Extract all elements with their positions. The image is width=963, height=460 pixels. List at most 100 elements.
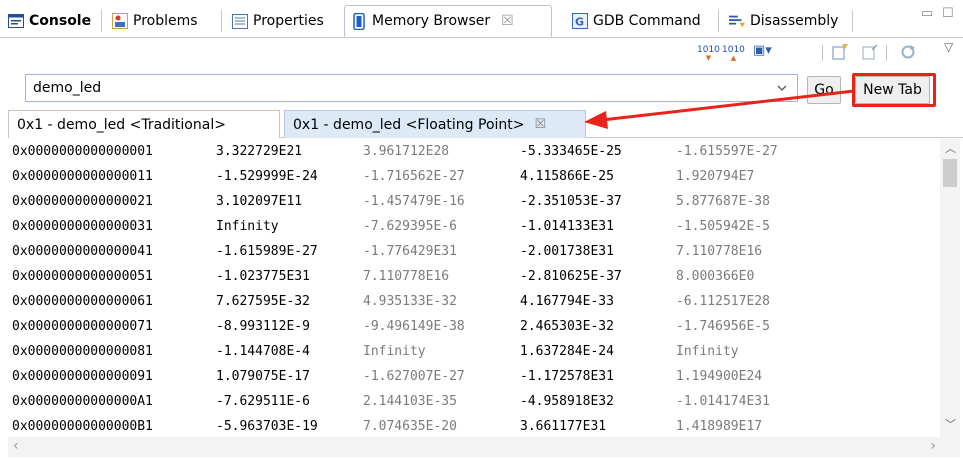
float-value-cell[interactable]: 1.079075E-17 xyxy=(216,364,310,389)
float-value-cell[interactable]: -6.112517E28 xyxy=(676,289,770,314)
scroll-left-icon[interactable]: ‹ xyxy=(13,438,19,454)
scroll-right-icon[interactable]: › xyxy=(930,438,936,454)
row-address: 0x0000000000000071 xyxy=(12,319,153,334)
view-menu-icon[interactable]: ▽ xyxy=(944,41,953,53)
tab-memory-browser[interactable]: Memory Browser ☒ xyxy=(344,5,552,37)
row-address: 0x0000000000000061 xyxy=(12,294,153,309)
float-value-cell[interactable]: -7.629395E-6 xyxy=(363,214,457,239)
float-value-cell[interactable]: -4.958918E32 xyxy=(520,389,614,414)
toggle-memory-monitor-icon[interactable]: 1010 ▼ xyxy=(697,46,720,62)
chevron-down-icon[interactable] xyxy=(776,82,790,96)
float-value-cell[interactable]: 3.661177E31 xyxy=(520,414,606,439)
tab-traditional-rendering[interactable]: 0x1 - demo_led <Traditional> xyxy=(8,110,280,138)
memory-row[interactable]: 0x0000000000000031 Infinity -7.629395E-6 -1… xyxy=(8,214,938,239)
horizontal-scrollbar[interactable]: ‹ › xyxy=(8,437,960,457)
float-value-cell[interactable]: 3.961712E28 xyxy=(363,139,449,164)
export-icon[interactable] xyxy=(862,44,878,63)
memory-row[interactable]: 0x0000000000000081 -1.144708E-4 Infinity 1.… xyxy=(8,339,938,364)
float-value-cell[interactable]: 2.465303E-32 xyxy=(520,314,614,339)
float-value-cell[interactable]: Infinity xyxy=(363,339,426,364)
float-value-cell[interactable]: -5.963703E-19 xyxy=(216,414,318,439)
sync-icon[interactable] xyxy=(900,44,916,63)
float-value-cell[interactable]: 2.144103E-35 xyxy=(363,389,457,414)
float-value-cell[interactable]: -7.629511E-6 xyxy=(216,389,310,414)
float-value-cell[interactable]: -2.810625E-37 xyxy=(520,264,622,289)
float-value-cell[interactable]: -1.505942E-5 xyxy=(676,214,770,239)
row-address: 0x0000000000000031 xyxy=(12,219,153,234)
float-value-cell[interactable]: -1.014174E31 xyxy=(676,389,770,414)
float-value-cell[interactable]: 3.322729E21 xyxy=(216,139,302,164)
tab-gdb-command[interactable]: G GDB Command xyxy=(566,6,707,36)
memory-row[interactable]: 0x0000000000000041 -1.615989E-27 -1.776429… xyxy=(8,239,938,264)
toggle-memory-rendering-icon[interactable]: 1010 ▲ xyxy=(722,46,745,62)
new-tab-button[interactable]: New Tab xyxy=(855,76,930,104)
float-value-cell[interactable]: 1.920794E7 xyxy=(676,164,754,189)
float-value-cell[interactable]: -1.144708E-4 xyxy=(216,339,310,364)
memory-row[interactable]: 0x00000000000000A1 -7.629511E-6 2.144103E-… xyxy=(8,389,938,414)
float-value-cell[interactable]: -2.001738E31 xyxy=(520,239,614,264)
layout-menu-icon[interactable]: ▣▾ xyxy=(753,44,772,57)
tab-floating-point-rendering[interactable]: 0x1 - demo_led <Floating Point> ☒ xyxy=(284,110,586,138)
float-value-cell[interactable]: -1.716562E-27 xyxy=(363,164,465,189)
close-icon[interactable]: ☒ xyxy=(535,117,547,132)
float-value-cell[interactable]: 8.000366E0 xyxy=(676,264,754,289)
go-button[interactable]: Go xyxy=(807,76,841,104)
float-value-cell[interactable]: 1.637284E-24 xyxy=(520,339,614,364)
float-value-cell[interactable]: 7.110778E16 xyxy=(676,239,762,264)
float-value-cell[interactable]: -1.776429E31 xyxy=(363,239,457,264)
float-value-cell[interactable]: -1.529999E-24 xyxy=(216,164,318,189)
memory-row[interactable]: 0x0000000000000001 3.322729E21 3.961712E28… xyxy=(8,139,938,164)
float-value-cell[interactable]: 4.167794E-33 xyxy=(520,289,614,314)
float-value-cell[interactable]: 4.935133E-32 xyxy=(363,289,457,314)
close-icon[interactable]: ☒ xyxy=(501,13,514,29)
memory-row[interactable]: 0x0000000000000091 1.079075E-17 -1.627007E… xyxy=(8,364,938,389)
scroll-thumb[interactable] xyxy=(943,159,957,187)
memory-row[interactable]: 0x0000000000000011 -1.529999E-24 -1.716562… xyxy=(8,164,938,189)
memory-row[interactable]: 0x0000000000000051 -1.023775E31 7.110778E1… xyxy=(8,264,938,289)
maximize-icon[interactable]: ☐ xyxy=(942,6,954,21)
float-value-cell[interactable]: Infinity xyxy=(676,339,739,364)
float-value-cell[interactable]: 1.194900E24 xyxy=(676,364,762,389)
tab-problems[interactable]: Problems xyxy=(106,6,204,36)
scroll-down-icon[interactable]: ﹀ xyxy=(945,416,956,432)
float-value-cell[interactable]: 7.627595E-32 xyxy=(216,289,310,314)
memory-row[interactable]: 0x0000000000000071 -8.993112E-9 -9.496149E… xyxy=(8,314,938,339)
tab-disassembly[interactable]: Disassembly xyxy=(723,6,844,36)
float-value-cell[interactable]: -1.172578E31 xyxy=(520,364,614,389)
float-value-cell[interactable]: 7.110778E16 xyxy=(363,264,449,289)
minimize-icon[interactable]: ▭ xyxy=(921,6,933,21)
float-value-cell[interactable]: -1.615597E-27 xyxy=(676,139,778,164)
float-value-cell[interactable]: -5.333465E-25 xyxy=(520,139,622,164)
float-value-cell[interactable]: 4.115866E-25 xyxy=(520,164,614,189)
float-value-cell[interactable]: Infinity xyxy=(216,214,279,239)
memory-row[interactable]: 0x0000000000000021 3.102097E11 -1.457479E-… xyxy=(8,189,938,214)
float-value-cell[interactable]: 7.074635E-20 xyxy=(363,414,457,439)
float-value-cell[interactable]: -2.351053E-37 xyxy=(520,189,622,214)
float-value-cell[interactable]: 1.418989E17 xyxy=(676,414,762,439)
row-address: 0x00000000000000B1 xyxy=(12,419,153,434)
import-icon[interactable] xyxy=(832,44,848,63)
float-value-cell[interactable]: -1.457479E-16 xyxy=(363,189,465,214)
tab-label: Memory Browser xyxy=(372,13,491,29)
scroll-up-icon[interactable]: ︿ xyxy=(945,140,956,156)
float-value-cell[interactable]: 3.102097E11 xyxy=(216,189,302,214)
float-value-cell[interactable]: -1.023775E31 xyxy=(216,264,310,289)
memory-browser-toolbar: 1010 ▼ 1010 ▲ ▣▾ ▽ xyxy=(0,38,963,68)
memory-row[interactable]: 0x00000000000000B1 -5.963703E-19 7.074635E… xyxy=(8,414,938,439)
memory-rendering-tab-bar: 0x1 - demo_led <Traditional> 0x1 - demo_… xyxy=(8,110,963,138)
float-value-cell[interactable]: -8.993112E-9 xyxy=(216,314,310,339)
tab-console[interactable]: Console xyxy=(2,6,97,36)
float-value-cell[interactable]: 5.877687E-38 xyxy=(676,189,770,214)
float-value-cell[interactable]: -9.496149E-38 xyxy=(363,314,465,339)
memory-address-input[interactable] xyxy=(25,74,798,102)
float-value-cell[interactable]: -1.746956E-5 xyxy=(676,314,770,339)
float-value-cell[interactable]: -1.627007E-27 xyxy=(363,364,465,389)
problems-icon xyxy=(112,13,128,29)
memory-grid[interactable]: 0x0000000000000001 3.322729E21 3.961712E28… xyxy=(8,139,938,443)
float-value-cell[interactable]: -1.014133E31 xyxy=(520,214,614,239)
properties-icon xyxy=(232,13,248,29)
float-value-cell[interactable]: -1.615989E-27 xyxy=(216,239,318,264)
memory-row[interactable]: 0x0000000000000061 7.627595E-32 4.935133E-… xyxy=(8,289,938,314)
vertical-scrollbar[interactable]: ︿ ﹀ xyxy=(940,139,960,437)
tab-properties[interactable]: Properties xyxy=(226,6,330,36)
